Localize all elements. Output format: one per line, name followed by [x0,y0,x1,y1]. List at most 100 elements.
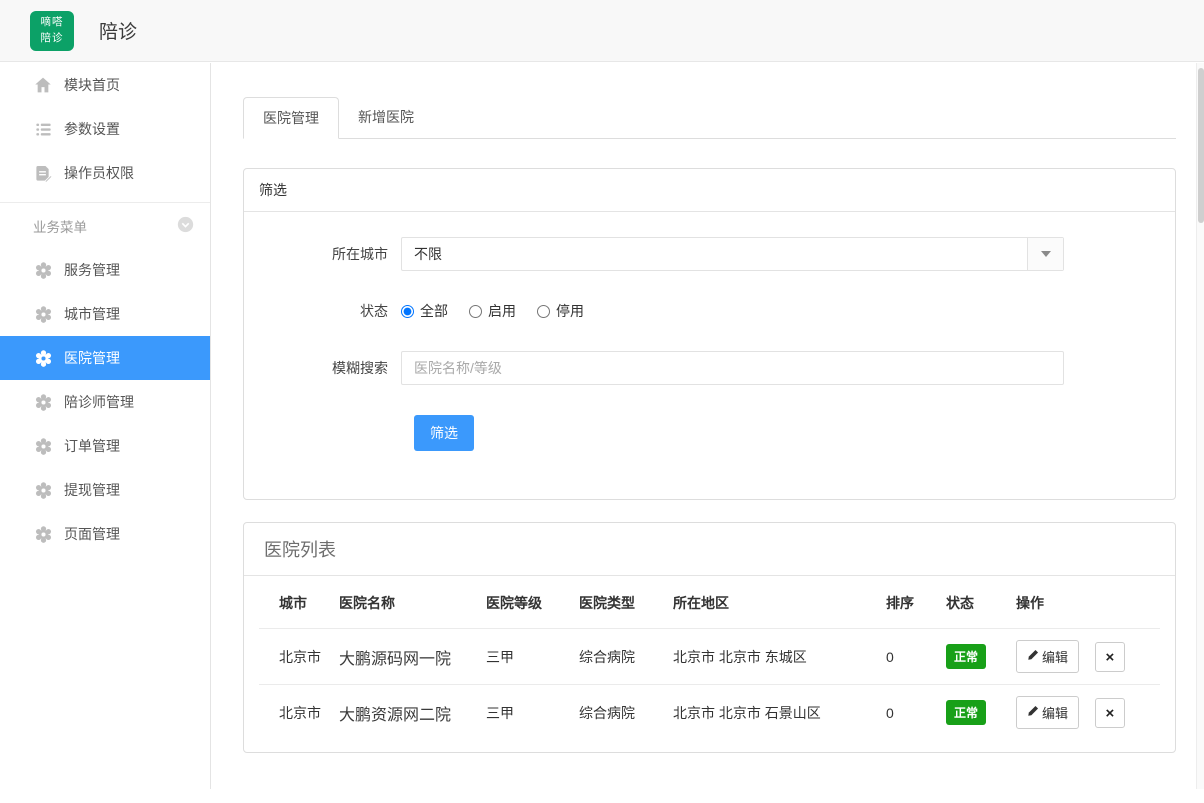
delete-button[interactable]: × [1095,698,1125,728]
status-option-all[interactable]: 全部 [401,301,448,321]
status-label: 状态 [244,301,401,321]
city-select[interactable]: 不限 [401,237,1064,271]
tab-hospital-management[interactable]: 医院管理 [243,97,339,139]
status-option-label: 停用 [556,301,584,321]
pencil-icon [1027,649,1039,664]
edit-button-label: 编辑 [1042,703,1068,722]
edit-button[interactable]: 编辑 [1016,640,1079,673]
app-title: 陪诊 [99,17,137,44]
col-actions: 操作 [1016,576,1160,629]
vertical-scrollbar[interactable] [1196,63,1204,789]
sidebar-item-label: 模块首页 [64,75,120,95]
sidebar-item-label: 陪诊师管理 [64,392,134,412]
delete-button[interactable]: × [1095,642,1125,672]
status-option-disabled[interactable]: 停用 [537,301,584,321]
status-badge: 正常 [946,644,986,669]
fuzzy-search-label: 模糊搜索 [244,358,401,378]
city-select-value: 不限 [402,244,442,264]
gear-icon [33,524,53,544]
sidebar-item-label: 操作员权限 [64,163,134,183]
status-badge: 正常 [946,700,986,725]
edit-button[interactable]: 编辑 [1016,696,1079,729]
sidebar-section-business-menu[interactable]: 业务菜单 [0,202,210,248]
sidebar-item-label: 页面管理 [64,524,120,544]
table-header-row: 城市 医院名称 医院等级 医院类型 所在地区 排序 状态 操作 [259,576,1160,629]
top-bar: 嘀嗒 陪诊 陪诊 [0,0,1204,62]
sidebar-item-service-management[interactable]: 服务管理 [0,248,210,292]
col-status: 状态 [946,576,1016,629]
gear-icon [33,348,53,368]
status-radio-enabled[interactable] [469,305,482,318]
home-icon [33,75,53,95]
cell-grade: 三甲 [486,685,579,741]
col-hospital-name: 医院名称 [339,576,486,629]
sidebar-section-label: 业务菜单 [33,216,87,236]
table-row: 北京市 大鹏源码网一院 三甲 综合病院 北京市 北京市 东城区 0 正常 编辑 … [259,629,1160,685]
scrollbar-thumb[interactable] [1198,68,1204,223]
cell-hospital-name: 大鹏源码网一院 [339,629,486,685]
cell-type: 综合病院 [579,629,673,685]
status-option-label: 全部 [420,301,448,321]
sidebar-item-operator-permissions[interactable]: 操作员权限 [0,151,210,195]
hospital-list-title: 医院列表 [244,523,1175,576]
col-area: 所在地区 [673,576,886,629]
gear-icon [33,304,53,324]
sidebar-item-label: 提现管理 [64,480,120,500]
col-hospital-type: 医院类型 [579,576,673,629]
status-radio-group: 全部 启用 停用 [401,301,1064,321]
sidebar-item-label: 服务管理 [64,260,120,280]
pencil-icon [1027,705,1039,720]
app-logo: 嘀嗒 陪诊 [30,11,74,51]
col-city: 城市 [259,576,339,629]
sidebar-item-order-management[interactable]: 订单管理 [0,424,210,468]
app-logo-line2: 陪诊 [41,31,64,47]
cell-hospital-name: 大鹏资源网二院 [339,685,486,741]
filter-panel: 筛选 所在城市 不限 状态 全部 [243,168,1176,500]
sidebar: 模块首页 参数设置 操作员权限 业务菜单 服务管理 城市管理 医院管理 陪诊师管… [0,63,211,789]
sidebar-item-label: 城市管理 [64,304,120,324]
document-edit-icon [33,163,53,183]
gear-icon [33,392,53,412]
gear-icon [33,436,53,456]
sidebar-item-label: 医院管理 [64,348,120,368]
sidebar-item-label: 订单管理 [64,436,120,456]
status-option-enabled[interactable]: 启用 [469,301,516,321]
sidebar-item-escort-management[interactable]: 陪诊师管理 [0,380,210,424]
cell-area: 北京市 北京市 石景山区 [673,685,886,741]
gear-icon [33,260,53,280]
chevron-down-icon[interactable] [1027,238,1063,270]
main-content: 医院管理 新增医院 筛选 所在城市 不限 状态 [211,63,1196,803]
city-label: 所在城市 [244,244,401,264]
status-radio-disabled[interactable] [537,305,550,318]
list-icon [33,119,53,139]
sidebar-item-label: 参数设置 [64,119,120,139]
fuzzy-search-input[interactable] [401,351,1064,385]
hospital-list-panel: 医院列表 城市 医院名称 医院等级 医院类型 所在地区 [243,522,1176,753]
chevron-down-circle-icon [177,216,194,236]
sidebar-item-city-management[interactable]: 城市管理 [0,292,210,336]
table-row: 北京市 大鹏资源网二院 三甲 综合病院 北京市 北京市 石景山区 0 正常 编辑… [259,685,1160,741]
sidebar-item-module-home[interactable]: 模块首页 [0,63,210,107]
col-hospital-grade: 医院等级 [486,576,579,629]
edit-button-label: 编辑 [1042,647,1068,666]
gear-icon [33,480,53,500]
sidebar-item-page-management[interactable]: 页面管理 [0,512,210,556]
sidebar-item-parameter-settings[interactable]: 参数设置 [0,107,210,151]
tab-bar: 医院管理 新增医院 [243,97,1176,139]
cell-sort: 0 [886,685,946,741]
cell-grade: 三甲 [486,629,579,685]
cell-city: 北京市 [259,629,339,685]
cell-area: 北京市 北京市 东城区 [673,629,886,685]
status-radio-all[interactable] [401,305,414,318]
app-logo-line1: 嘀嗒 [41,15,64,31]
sidebar-item-hospital-management[interactable]: 医院管理 [0,336,210,380]
filter-submit-button[interactable]: 筛选 [414,415,474,451]
filter-panel-title: 筛选 [244,169,1175,212]
hospital-table: 城市 医院名称 医院等级 医院类型 所在地区 排序 状态 操作 北京市 [259,576,1160,740]
cell-type: 综合病院 [579,685,673,741]
tab-add-hospital[interactable]: 新增医院 [339,97,433,138]
col-sort: 排序 [886,576,946,629]
sidebar-item-withdrawal-management[interactable]: 提现管理 [0,468,210,512]
cell-city: 北京市 [259,685,339,741]
status-option-label: 启用 [488,301,516,321]
